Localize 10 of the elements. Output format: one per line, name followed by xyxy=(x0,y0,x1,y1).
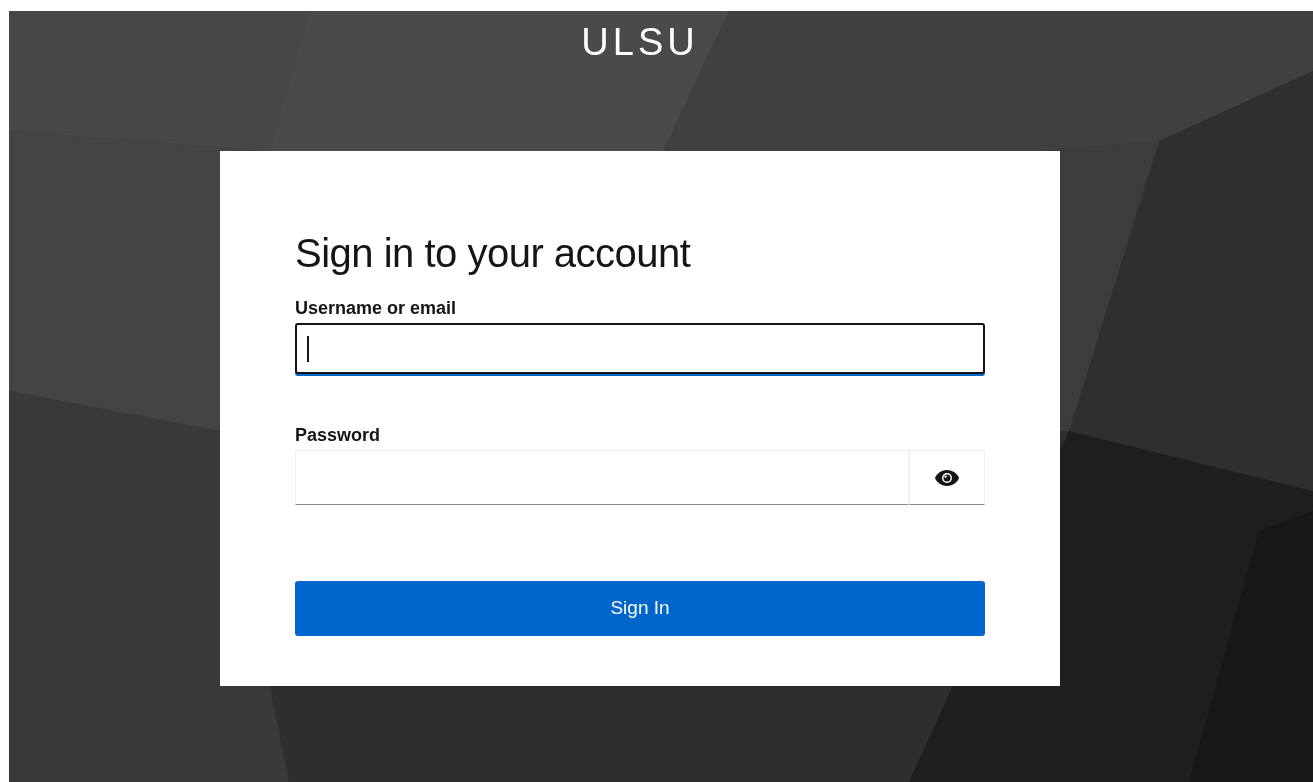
sign-in-button[interactable]: Sign In xyxy=(295,581,985,636)
page-heading: Sign in to your account xyxy=(295,233,692,273)
show-password-button[interactable] xyxy=(909,450,985,505)
text-cursor xyxy=(307,335,309,362)
username-field[interactable] xyxy=(295,323,985,374)
password-field[interactable] xyxy=(295,450,909,505)
field-label: Password xyxy=(295,426,382,444)
eye-icon xyxy=(934,468,960,487)
field-label: Username or email xyxy=(295,299,458,317)
brand-logo: ULSU xyxy=(581,23,699,61)
